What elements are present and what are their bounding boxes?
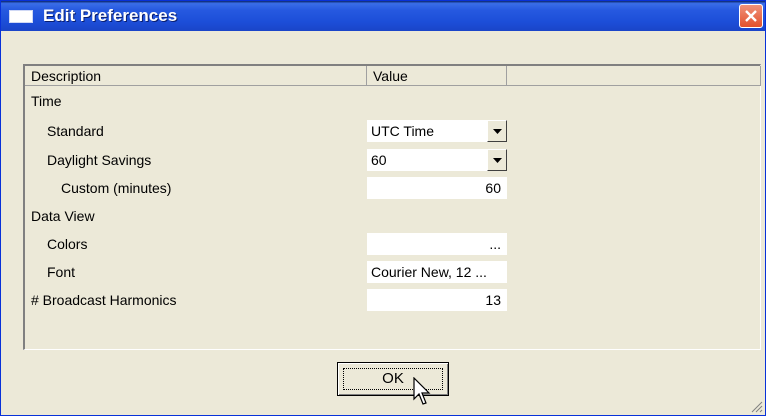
mouse-cursor-icon (413, 377, 431, 405)
custom-minutes-value: 60 (485, 180, 501, 196)
font-label: Font (47, 264, 76, 280)
daylight-savings-dropdown-button[interactable] (487, 149, 507, 171)
custom-minutes-label: Custom (minutes) (61, 180, 172, 196)
preferences-grid: Description Value Time Standard UTC Time… (23, 64, 761, 350)
colors-label: Colors (47, 236, 88, 252)
close-icon (745, 10, 757, 22)
broadcast-harmonics-value: 13 (485, 292, 501, 308)
daylight-savings-label: Daylight Savings (47, 152, 152, 168)
standard-value: UTC Time (371, 123, 434, 139)
daylight-savings-select[interactable]: 60 (367, 149, 507, 171)
colors-field[interactable]: ... (367, 233, 507, 255)
custom-minutes-input[interactable]: 60 (367, 177, 507, 199)
daylight-savings-value: 60 (371, 152, 387, 168)
font-value: Courier New, 12 ... (371, 264, 487, 280)
standard-dropdown-button[interactable] (487, 120, 507, 142)
standard-select[interactable]: UTC Time (367, 120, 507, 142)
chevron-down-icon (493, 129, 502, 134)
chevron-down-icon (493, 158, 502, 163)
window-title: Edit Preferences (43, 6, 178, 25)
standard-label: Standard (47, 123, 104, 139)
font-field[interactable]: Courier New, 12 ... (367, 261, 507, 283)
broadcast-harmonics-label: # Broadcast Harmonics (31, 292, 177, 308)
edit-preferences-window: Edit Preferences Description Value Time … (0, 0, 766, 416)
window-icon (9, 10, 33, 23)
broadcast-harmonics-input[interactable]: 13 (367, 289, 507, 311)
title-bar[interactable]: Edit Preferences (1, 1, 765, 31)
close-button[interactable] (739, 4, 763, 28)
colors-value: ... (489, 236, 501, 252)
column-header-description[interactable]: Description (25, 66, 367, 86)
section-data-view-label: Data View (31, 208, 95, 224)
section-time-label: Time (31, 93, 62, 109)
column-header-empty (507, 66, 761, 86)
resize-grip-icon[interactable] (751, 401, 763, 413)
column-header-value[interactable]: Value (367, 66, 507, 86)
